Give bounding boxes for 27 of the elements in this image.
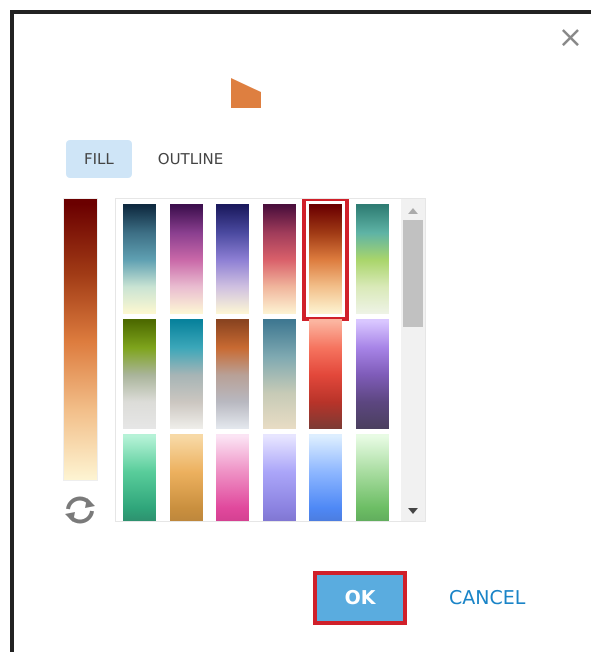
gradient-swatch[interactable] (356, 434, 388, 521)
scroll-down-icon[interactable] (407, 507, 419, 515)
close-button[interactable]: × (558, 24, 583, 54)
refresh-icon[interactable] (63, 495, 97, 525)
shape-preview-icon (229, 76, 263, 109)
scrollbar[interactable] (401, 199, 425, 521)
gradient-swatch[interactable] (123, 204, 156, 314)
gradient-swatch[interactable] (262, 204, 296, 314)
gradient-swatch[interactable] (356, 204, 388, 314)
gradient-swatch[interactable] (123, 319, 156, 429)
gradient-swatch[interactable] (123, 434, 156, 521)
gradient-swatch[interactable] (262, 319, 296, 429)
gradient-swatch[interactable] (170, 204, 202, 314)
gradient-swatch[interactable] (170, 319, 202, 429)
gradient-swatch[interactable] (216, 204, 249, 314)
gradient-swatch[interactable] (309, 434, 342, 521)
tab[interactable]: FILL (66, 140, 132, 178)
gradient-swatch[interactable] (262, 434, 296, 521)
gradient-swatch[interactable] (356, 319, 388, 429)
gradient-swatch[interactable] (216, 434, 249, 521)
gradient-swatch[interactable] (309, 319, 342, 429)
gradient-swatch[interactable] (216, 319, 249, 429)
gradient-swatch[interactable] (309, 204, 342, 314)
ok-button[interactable]: OK (313, 571, 407, 625)
tab[interactable]: OUTLINE (140, 140, 242, 178)
cancel-button[interactable]: CANCEL (437, 579, 538, 617)
gradient-swatch[interactable] (170, 434, 202, 521)
